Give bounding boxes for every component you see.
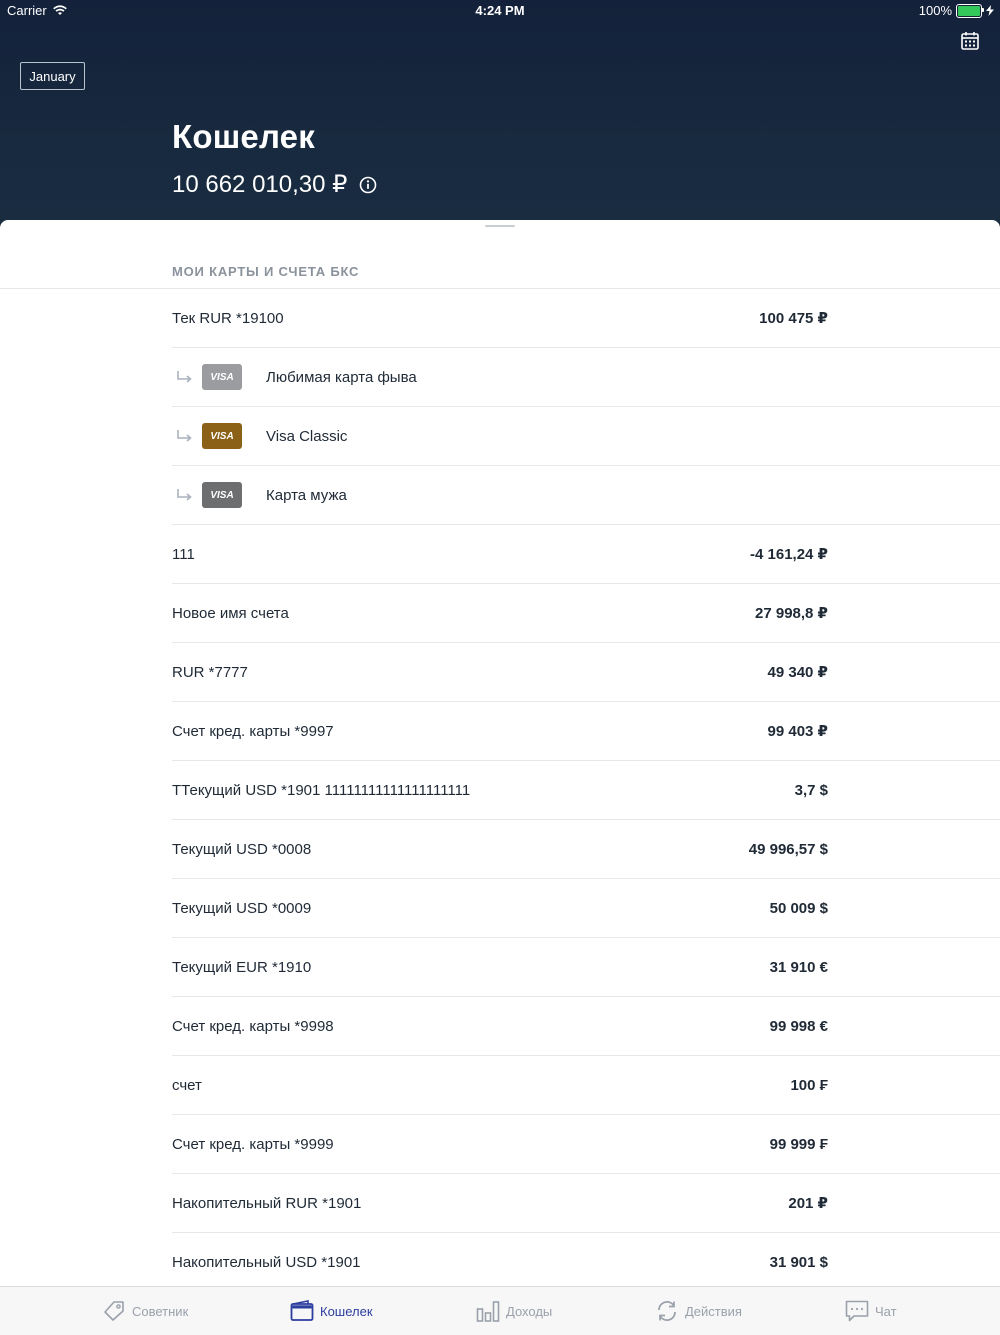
card-brand: VISA [210,489,234,501]
account-row[interactable]: Счет кред. карты *9998 99 998 € [172,997,1000,1056]
account-amount: 50 009 $ [769,899,828,917]
calendar-icon[interactable] [960,31,980,51]
account-amount: 100 475 ₽ [759,310,828,327]
tab-label: Советник [132,1303,189,1319]
tab-label: Действия [685,1303,742,1319]
account-row[interactable]: Тек RUR *19100 100 475 ₽ [172,289,1000,348]
account-row[interactable]: Текущий EUR *1910 31 910 € [172,938,1000,997]
card-brand: VISA [210,430,234,442]
month-button[interactable]: January [20,62,85,90]
account-amount: 49 340 ₽ [767,664,828,681]
status-right: 100% [919,3,994,18]
account-amount: 99 998 € [769,1017,828,1035]
visa-card-icon: VISA [202,423,242,449]
account-row[interactable]: Накопительный USD *1901 31 901 $ [172,1233,1000,1286]
tab-chat[interactable]: Чат [845,1287,897,1335]
account-row[interactable]: Текущий USD *0008 49 996,57 $ [172,820,1000,879]
info-icon[interactable] [359,176,377,194]
account-name: Счет кред. карты *9998 [172,1017,334,1035]
account-row[interactable]: 111 -4 161,24 ₽ [172,525,1000,584]
card-row[interactable]: VISA Любимая карта фыва [172,348,1000,407]
account-amount: 31 901 $ [769,1253,828,1271]
account-name: RUR *7777 [172,663,248,681]
account-amount: 27 998,8 ₽ [755,605,828,622]
balance-row: 10 662 010,30 ₽ [172,170,377,199]
account-row[interactable]: Текущий USD *0009 50 009 $ [172,879,1000,938]
account-name: 111 [172,545,195,563]
sub-arrow-icon [177,371,192,383]
accounts-list: Тек RUR *19100 100 475 ₽ VISA Любимая ка… [0,289,1000,1286]
account-row[interactable]: Новое имя счета 27 998,8 ₽ [172,584,1000,643]
tab-wallet[interactable]: Кошелек [290,1287,373,1335]
tab-label: Доходы [506,1303,553,1319]
card-name: Любимая карта фыва [266,368,417,386]
chat-icon [845,1300,869,1322]
visa-card-icon: VISA [202,482,242,508]
sub-arrow-icon [177,489,192,501]
account-name: Счет кред. карты *9997 [172,722,334,740]
bar-chart-icon [476,1301,500,1322]
account-name: Новое имя счета [172,604,289,622]
account-row[interactable]: счет 100 ₣ [172,1056,1000,1115]
account-amount: 49 996,57 $ [748,840,828,858]
total-balance: 10 662 010,30 ₽ [172,171,348,198]
account-amount: 201 ₽ [788,1195,828,1212]
tab-label: Чат [875,1303,897,1319]
wallet-icon [290,1300,314,1321]
card-row[interactable]: VISA Карта мужа [172,466,1000,525]
accounts-sheet: МОИ КАРТЫ И СЧЕТА БКС Тек RUR *19100 100… [0,220,1000,1286]
account-name: Счет кред. карты *9999 [172,1135,334,1153]
page-title: Кошелек [172,118,315,155]
status-bar: Carrier 4:24 PM 100% [0,0,1000,22]
account-name: Текущий EUR *1910 [172,958,312,976]
account-amount: 100 ₣ [790,1076,828,1094]
account-name: Тек RUR *19100 [172,309,284,327]
refresh-icon [658,1301,676,1321]
account-row[interactable]: Счет кред. карты *9999 99 999 ₣ [172,1115,1000,1174]
visa-card-icon: VISA [202,364,242,390]
tab-actions[interactable]: Действия [655,1287,742,1335]
tab-income[interactable]: Доходы [476,1287,552,1335]
card-name: Карта мужа [266,486,347,504]
account-name: ТТекущий USD *1901 11111111111111111111 [172,781,471,799]
account-amount: 99 403 ₽ [767,723,828,740]
tab-advisor[interactable]: Советник [102,1287,188,1335]
account-name: Текущий USD *0009 [172,899,312,917]
sub-arrow-icon [177,430,192,442]
battery-percent: 100% [918,3,952,18]
header: Carrier 4:24 PM 100% January Кошелек 10 … [0,0,1000,240]
tab-label: Кошелек [320,1303,373,1319]
sheet-grabber[interactable] [485,225,515,227]
account-row[interactable]: RUR *7777 49 340 ₽ [172,643,1000,702]
battery-icon [956,3,984,18]
section-title: МОИ КАРТЫ И СЧЕТА БКС [172,264,360,279]
account-amount: 99 999 ₣ [769,1135,828,1153]
account-amount: 31 910 € [769,958,828,976]
status-time: 4:24 PM [475,3,525,18]
charging-icon [986,5,994,16]
account-name: счет [172,1076,202,1094]
card-brand: VISA [210,371,234,383]
account-row[interactable]: ТТекущий USD *1901 11111111111111111111 … [172,761,1000,820]
card-name: Visa Classic [266,427,348,445]
account-name: Накопительный USD *1901 [172,1253,361,1271]
account-row[interactable]: Накопительный RUR *1901 201 ₽ [172,1174,1000,1233]
account-amount: -4 161,24 ₽ [750,546,828,563]
account-name: Накопительный RUR *1901 [172,1194,362,1212]
tag-icon [104,1301,124,1321]
card-row[interactable]: VISA Visa Classic [172,407,1000,466]
account-amount: 3,7 $ [794,781,828,799]
account-row[interactable]: Счет кред. карты *9997 99 403 ₽ [172,702,1000,761]
tab-bar: Советник Кошелек Доходы Действия Чат [0,1286,1000,1335]
account-name: Текущий USD *0008 [172,840,312,858]
